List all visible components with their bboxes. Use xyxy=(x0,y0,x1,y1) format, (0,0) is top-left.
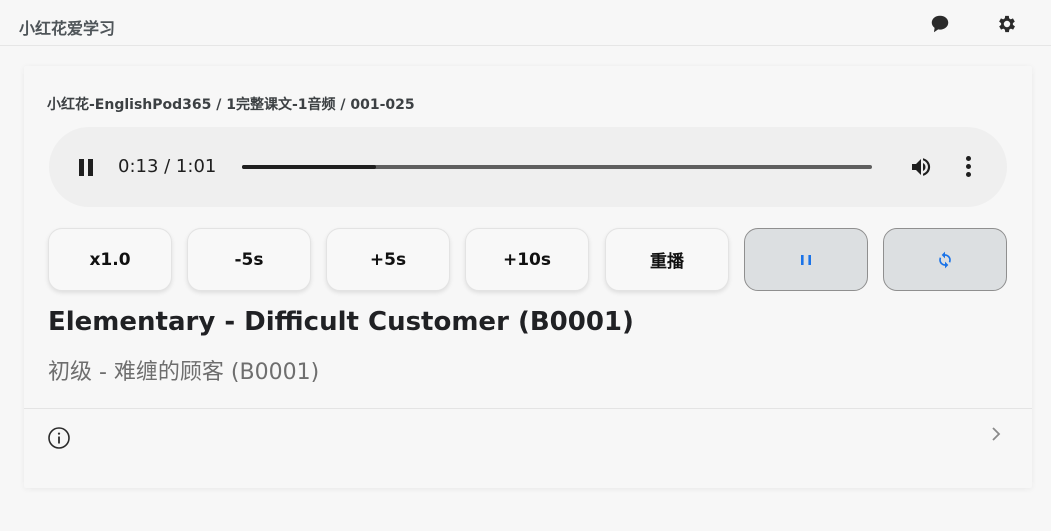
replay-button[interactable]: 重播 xyxy=(605,228,729,291)
time-display: 0:13 / 1:01 xyxy=(118,156,217,177)
pause-icon[interactable] xyxy=(77,157,97,177)
volume-icon[interactable] xyxy=(908,155,934,179)
app-title: 小红花爱学习 xyxy=(19,19,116,38)
breadcrumb: 小红花-EnglishPod365 / 1完整课文-1音频 / 001-025 xyxy=(47,97,415,113)
chevron-right-icon[interactable] xyxy=(989,424,1003,444)
forward-10s-button[interactable]: +10s xyxy=(465,228,589,291)
refresh-icon xyxy=(935,250,955,270)
pause-icon xyxy=(796,250,816,270)
speed-button[interactable]: x1.0 xyxy=(48,228,172,291)
gear-icon[interactable] xyxy=(996,13,1018,35)
divider xyxy=(24,408,1032,409)
top-bar: 小红花爱学习 xyxy=(0,0,1051,46)
lesson-subtitle: 初级 - 难缠的顾客 (B0001) xyxy=(48,360,320,385)
chat-bubble-icon[interactable] xyxy=(929,13,951,35)
lesson-card: 小红花-EnglishPod365 / 1完整课文-1音频 / 001-025 … xyxy=(24,66,1032,488)
rewind-5s-button[interactable]: -5s xyxy=(187,228,311,291)
pause-button[interactable] xyxy=(744,228,868,291)
lesson-title: Elementary - Difficult Customer (B0001) xyxy=(48,307,634,337)
more-vert-icon[interactable] xyxy=(963,156,973,180)
progress-fill xyxy=(242,165,377,169)
loop-button[interactable] xyxy=(883,228,1007,291)
progress-bar[interactable] xyxy=(242,165,872,169)
info-icon[interactable] xyxy=(47,426,71,450)
audio-player: 0:13 / 1:01 xyxy=(49,127,1007,207)
forward-5s-button[interactable]: +5s xyxy=(326,228,450,291)
